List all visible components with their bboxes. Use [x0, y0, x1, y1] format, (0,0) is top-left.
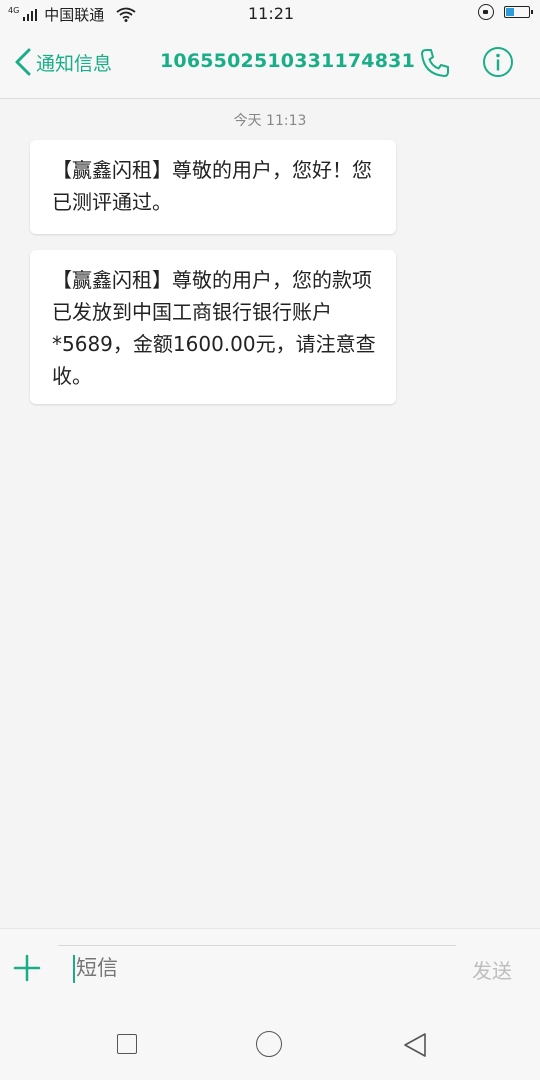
sms-input[interactable]	[58, 945, 456, 989]
sender-number: 1065502510331174831	[160, 50, 415, 72]
status-time: 11:21	[248, 4, 295, 23]
chevron-left-icon	[15, 48, 31, 76]
phone-icon[interactable]	[418, 46, 452, 80]
send-button[interactable]: 发送	[472, 955, 512, 984]
conversation-header: 通知信息 1065502510331174831	[0, 28, 540, 99]
carrier-name: 中国联通	[44, 6, 105, 24]
signal-icon	[23, 8, 38, 21]
text-cursor	[73, 955, 75, 983]
battery-fill	[506, 8, 515, 16]
info-icon[interactable]	[482, 46, 514, 78]
message-timestamp: 今天 11:13	[233, 113, 307, 129]
navigation-bar	[0, 1004, 540, 1080]
message-bubble[interactable]: 【赢鑫闪租】尊敬的用户，您好！您已测评通过。	[30, 140, 396, 234]
back-nav-icon[interactable]	[402, 1031, 428, 1059]
back-button[interactable]: 通知信息	[14, 48, 112, 76]
status-bar: 4G 中国联通 11:21	[0, 0, 540, 28]
rotation-lock-icon	[478, 4, 494, 20]
plus-icon[interactable]	[12, 953, 42, 983]
composer-bar: 发送	[0, 928, 540, 1005]
message-bubble[interactable]: 【赢鑫闪租】尊敬的用户，您的款项已发放到中国工商银行银行账户*5689，金额16…	[30, 250, 396, 404]
back-label: 通知信息	[36, 52, 113, 75]
battery-icon	[504, 6, 533, 18]
status-left: 4G 中国联通	[8, 4, 136, 25]
home-icon[interactable]	[256, 1031, 282, 1057]
wifi-icon	[116, 7, 136, 22]
status-right	[478, 4, 533, 20]
network-type: 4G	[8, 5, 20, 15]
recent-apps-icon[interactable]	[117, 1034, 137, 1054]
